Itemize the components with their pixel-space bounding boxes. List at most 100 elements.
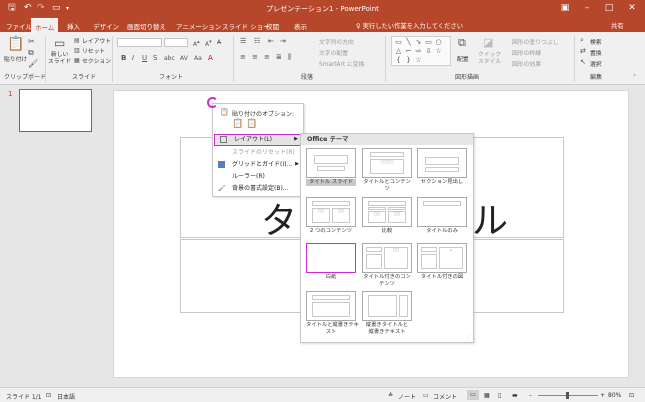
numbering-icon[interactable]: ☷ bbox=[254, 37, 260, 46]
layout-vertical-title-text[interactable]: 縦書きタイトルと 縦書きテキスト bbox=[362, 291, 412, 343]
section-icon[interactable]: ▦ bbox=[74, 56, 80, 65]
comments-icon[interactable]: ▭ bbox=[423, 392, 429, 399]
zoom-out-icon[interactable]: – bbox=[529, 392, 532, 399]
copy-icon[interactable]: ⧉ bbox=[28, 48, 34, 57]
menu-item-grid-guides[interactable]: グリッドとガイド(I)... ▶ bbox=[213, 159, 303, 170]
shrink-font-icon[interactable]: A▾ bbox=[205, 38, 212, 49]
tab-transitions[interactable]: 画面切り替え bbox=[127, 21, 166, 31]
layout-content-with-caption[interactable]: □□ タイトル付きのコンテンツ bbox=[362, 243, 412, 295]
language-status[interactable]: 日本語 bbox=[57, 392, 75, 401]
layout-picture-with-caption[interactable]: ▫ タイトル付きの図 bbox=[417, 243, 467, 295]
shape-fill-button[interactable]: 図形の塗りつぶし bbox=[512, 37, 558, 46]
tab-file[interactable]: ファイル bbox=[6, 21, 32, 31]
bullets-icon[interactable]: ☰ bbox=[240, 37, 246, 46]
char-spacing-icon[interactable]: AV bbox=[180, 54, 188, 63]
layout-blank[interactable]: 白紙 bbox=[306, 243, 356, 295]
layout-icon[interactable]: ▤ bbox=[74, 36, 80, 45]
shape-line-icon[interactable]: ╲ bbox=[404, 38, 413, 46]
notes-icon[interactable]: ≙ bbox=[388, 392, 393, 399]
zoom-level[interactable]: 80% bbox=[608, 392, 621, 399]
shape-brace-close-icon[interactable]: } bbox=[404, 56, 413, 64]
slideshow-view-icon[interactable]: ▬ bbox=[512, 392, 518, 399]
section-button[interactable]: セクション bbox=[82, 56, 111, 65]
quick-styles-button[interactable]: クイック スタイル bbox=[478, 52, 501, 66]
quick-styles-icon[interactable]: ◪ bbox=[483, 37, 493, 48]
font-name-combo[interactable] bbox=[117, 38, 162, 47]
tab-slideshow[interactable]: スライド ショー bbox=[222, 21, 270, 31]
fit-to-window-icon[interactable]: ⊡ bbox=[629, 392, 634, 399]
resize-grip-icon[interactable]: ⋰ bbox=[466, 335, 471, 341]
shape-right-arrow-icon[interactable]: ⇨ bbox=[414, 47, 423, 55]
shape-connector-icon[interactable]: ⌐ bbox=[404, 47, 413, 55]
shape-arrow-icon[interactable]: ➘ bbox=[414, 38, 423, 46]
tab-review[interactable]: 校閲 bbox=[266, 21, 279, 31]
normal-view-icon[interactable]: ▭ bbox=[467, 390, 479, 400]
layout-title-only[interactable]: タイトルのみ bbox=[417, 197, 467, 249]
close-icon[interactable]: ✕ bbox=[622, 2, 642, 15]
tell-me-input[interactable]: ♀ 実行したい作業を入力してください bbox=[356, 21, 463, 30]
notes-button[interactable]: ノート bbox=[398, 392, 416, 401]
clear-format-icon[interactable]: A̶ bbox=[217, 38, 221, 47]
change-case-icon[interactable]: Aa bbox=[194, 54, 202, 63]
align-left-icon[interactable]: ≡ bbox=[240, 53, 246, 62]
tab-home[interactable]: ホーム bbox=[31, 18, 59, 32]
new-slide-icon[interactable]: ▭ bbox=[54, 36, 65, 50]
select-icon[interactable]: ↖ bbox=[580, 58, 586, 67]
font-color-icon[interactable]: A bbox=[208, 54, 213, 63]
shape-rectangle2-icon[interactable]: ▭ bbox=[424, 38, 433, 46]
paste-keep-source-icon[interactable]: 📋 bbox=[232, 120, 243, 129]
find-icon[interactable]: ⌕ bbox=[580, 36, 584, 45]
tab-insert[interactable]: 挿入 bbox=[67, 21, 80, 31]
smartart-button[interactable]: SmartArt に変換 bbox=[319, 59, 364, 68]
font-size-combo[interactable] bbox=[164, 38, 188, 47]
shape-rectangle-icon[interactable]: ▭ bbox=[394, 38, 403, 46]
collapse-ribbon-icon[interactable]: ˄ bbox=[633, 73, 636, 82]
italic-icon[interactable]: I bbox=[132, 54, 134, 63]
new-slide-button[interactable]: 新しい スライド bbox=[48, 52, 71, 66]
shapes-gallery[interactable]: ▭ ╲ ➘ ▭ ○ △ ⌐ ⇨ ⇩ ☆ { } ☆ bbox=[391, 36, 451, 66]
strikethrough-icon[interactable]: abc bbox=[164, 54, 175, 63]
justify-icon[interactable]: ≣ bbox=[276, 53, 282, 62]
shape-down-arrow-icon[interactable]: ⇩ bbox=[424, 47, 433, 55]
arrange-icon[interactable]: ⧉ bbox=[458, 37, 466, 48]
maximize-icon[interactable]: □ bbox=[599, 2, 619, 15]
arrange-button[interactable]: 配置 bbox=[457, 54, 469, 63]
layout-title-content[interactable]: □□□□ タイトルとコンテンツ bbox=[362, 148, 412, 200]
shape-outline-button[interactable]: 図形の枠線 bbox=[512, 48, 541, 57]
share-button[interactable]: 共有 bbox=[611, 21, 624, 30]
cut-icon[interactable]: ✂ bbox=[28, 37, 35, 46]
layout-section-header[interactable]: セクション見出し bbox=[417, 148, 467, 200]
tab-animations[interactable]: アニメーション bbox=[176, 21, 221, 31]
bold-icon[interactable]: B bbox=[121, 54, 126, 63]
zoom-in-icon[interactable]: + bbox=[600, 392, 605, 399]
menu-item-layout[interactable]: レイアウト(L) ▶ bbox=[214, 134, 303, 146]
replace-button[interactable]: 置換 bbox=[590, 48, 602, 57]
format-painter-icon[interactable]: 🖌 bbox=[28, 59, 38, 68]
decrease-indent-icon[interactable]: ⇤ bbox=[268, 37, 274, 46]
minimize-icon[interactable]: – bbox=[577, 2, 597, 15]
layout-title-vertical-text[interactable]: タイトルと縦書きテキ スト bbox=[306, 291, 359, 343]
tab-design[interactable]: デザイン bbox=[93, 21, 119, 31]
paste-button[interactable]: 貼り付け bbox=[4, 54, 27, 63]
shadow-icon[interactable]: S bbox=[153, 54, 157, 63]
shape-brace-icon[interactable]: { bbox=[394, 56, 403, 64]
shape-effects-button[interactable]: 図形の効果 bbox=[512, 59, 541, 68]
menu-item-reset-slide[interactable]: スライドのリセット(R) bbox=[213, 147, 303, 158]
ribbon-display-options-icon[interactable]: ▣ bbox=[555, 2, 575, 15]
layout-two-content[interactable]: □□ □□ 2 つのコンテンツ bbox=[306, 197, 356, 249]
align-center-icon[interactable]: ≡ bbox=[252, 53, 258, 62]
layout-button[interactable]: レイアウト bbox=[82, 36, 111, 45]
comments-button[interactable]: コメント bbox=[433, 392, 457, 401]
replace-icon[interactable]: ⇄ bbox=[580, 47, 586, 56]
grow-font-icon[interactable]: A▴ bbox=[193, 38, 200, 49]
columns-icon[interactable]: ⫼ bbox=[288, 53, 291, 62]
shape-star2-icon[interactable]: ☆ bbox=[414, 56, 423, 64]
layout-title-slide[interactable]: タイトル スライド bbox=[306, 148, 356, 200]
paste-picture-icon[interactable]: 📋 bbox=[246, 120, 257, 129]
align-right-icon[interactable]: ≡ bbox=[264, 53, 270, 62]
layout-comparison[interactable]: □□ □□ 比較 bbox=[362, 197, 412, 249]
reset-icon[interactable]: ▥ bbox=[74, 46, 80, 55]
underline-icon[interactable]: U bbox=[142, 54, 147, 63]
reading-view-icon[interactable]: ▯ bbox=[498, 392, 501, 399]
slide-sorter-icon[interactable]: ▦ bbox=[484, 392, 490, 399]
